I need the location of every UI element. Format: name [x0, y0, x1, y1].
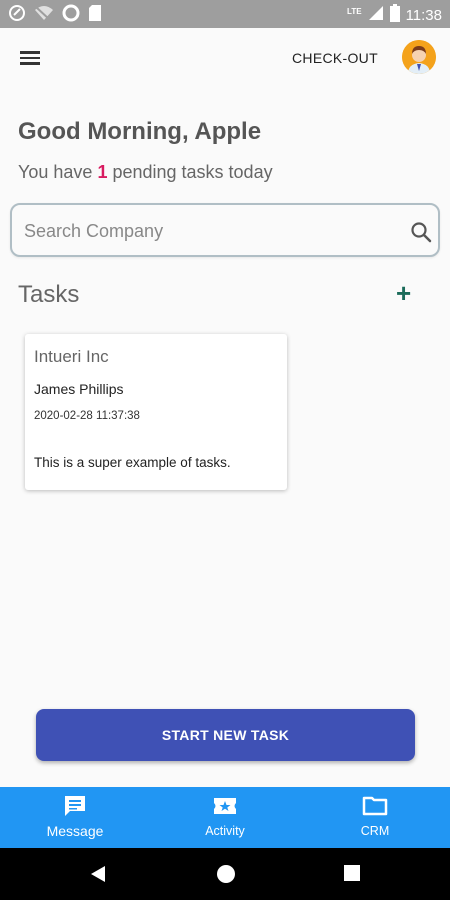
- recents-icon[interactable]: [343, 864, 361, 887]
- status-bar: LTE 11:38: [0, 0, 450, 28]
- folder-icon: [362, 794, 388, 823]
- battery-icon: [389, 4, 400, 27]
- pending-prefix: You have: [18, 162, 93, 182]
- pending-count: 1: [97, 162, 108, 182]
- checkout-button[interactable]: CHECK-OUT: [292, 50, 378, 66]
- nav-item-crm[interactable]: CRM: [300, 787, 450, 848]
- status-time: 11:38: [405, 7, 442, 24]
- add-task-button[interactable]: +: [396, 280, 411, 306]
- circle-icon: [62, 4, 80, 22]
- greeting-title: Good Morning, Apple: [18, 118, 262, 145]
- sync-icon: [8, 4, 26, 22]
- search-icon[interactable]: [410, 221, 432, 248]
- bottom-nav: Message Activity CRM: [0, 787, 450, 848]
- app-bar: CHECK-OUT: [0, 28, 450, 88]
- task-description: This is a super example of tasks.: [34, 455, 231, 470]
- nav-label-crm: CRM: [360, 824, 390, 838]
- network-type: LTE: [347, 7, 362, 16]
- task-card[interactable]: Intueri Inc James Phillips 2020-02-28 11…: [25, 334, 287, 490]
- signal-icon: [368, 5, 384, 26]
- start-new-task-button[interactable]: START NEW TASK: [36, 709, 415, 761]
- nav-label-message: Message: [46, 823, 104, 839]
- task-company: Intueri Inc: [34, 347, 109, 366]
- task-datetime: 2020-02-28 11:37:38: [34, 410, 140, 422]
- avatar[interactable]: [402, 40, 436, 74]
- sd-card-icon: [88, 4, 102, 22]
- search-input[interactable]: [24, 217, 394, 245]
- nav-item-message[interactable]: Message: [0, 787, 150, 848]
- message-icon: [63, 794, 87, 823]
- nav-item-activity[interactable]: Activity: [150, 787, 300, 848]
- search-box: [10, 203, 440, 257]
- nav-label-activity: Activity: [205, 824, 245, 838]
- pending-suffix: pending tasks today: [112, 162, 273, 182]
- back-icon[interactable]: [88, 864, 108, 889]
- tasks-title: Tasks: [18, 281, 80, 308]
- pending-summary: You have 1 pending tasks today: [18, 162, 273, 183]
- home-icon[interactable]: [216, 864, 236, 889]
- ticket-icon: [213, 794, 237, 823]
- system-nav-bar: [0, 848, 450, 900]
- menu-icon[interactable]: [18, 48, 44, 68]
- task-person: James Phillips: [34, 381, 124, 397]
- wifi-off-icon: [34, 5, 54, 21]
